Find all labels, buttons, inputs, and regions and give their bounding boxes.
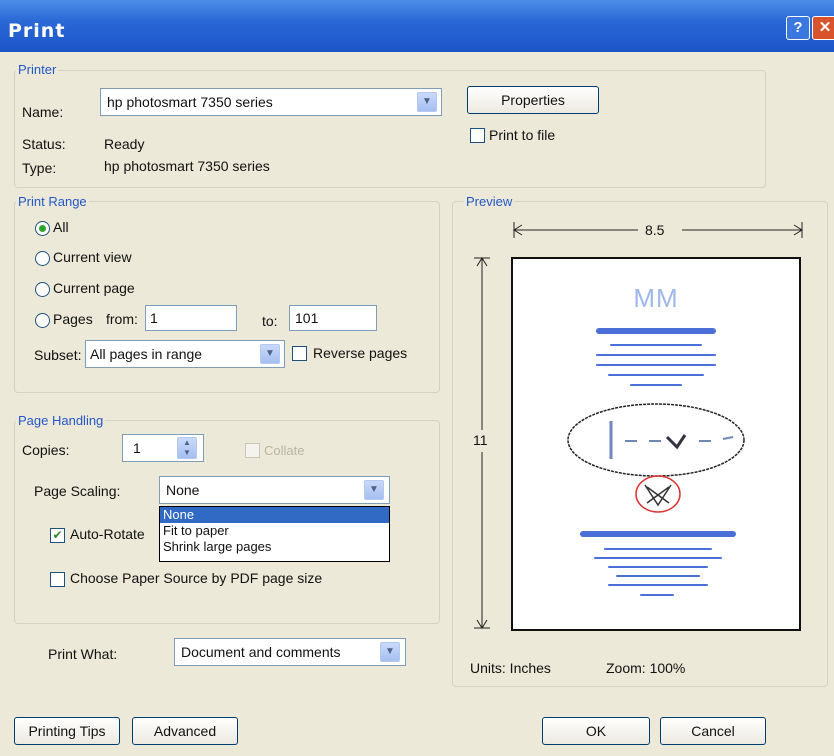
window-title: Print — [8, 20, 66, 42]
radio-current-view-label: Current view — [53, 249, 132, 265]
radio-pages-label: Pages — [53, 311, 93, 327]
chevron-down-icon[interactable]: ▼ — [364, 480, 384, 500]
print-what-select[interactable]: Document and comments ▼ — [174, 638, 406, 666]
page-scaling-value: None — [166, 482, 200, 498]
advanced-button[interactable]: Advanced — [132, 717, 238, 745]
print-to-file-label: Print to file — [489, 127, 556, 143]
reverse-pages-checkbox[interactable] — [292, 346, 307, 361]
reverse-pages-label: Reverse pages — [313, 345, 408, 361]
printer-type-value: hp photosmart 7350 series — [104, 158, 270, 174]
preview-height-value: 11 — [473, 432, 488, 448]
title-bar — [0, 0, 834, 52]
pages-from-input[interactable]: 1 — [145, 305, 237, 331]
page-scaling-dropdown: None Fit to paper Shrink large pages — [159, 506, 390, 562]
chevron-down-icon[interactable]: ▼ — [417, 92, 437, 112]
preview-units: Units: Inches — [470, 660, 551, 676]
radio-pages[interactable] — [35, 313, 50, 328]
paper-source-label: Choose Paper Source by PDF page size — [70, 570, 323, 586]
print-range-legend: Print Range — [16, 194, 89, 209]
pages-from-value: 1 — [150, 310, 158, 326]
pages-to-label: to: — [262, 313, 278, 329]
copies-value: 1 — [133, 440, 141, 456]
paper-source-checkbox[interactable] — [50, 572, 65, 587]
printer-name-value: hp photosmart 7350 series — [107, 94, 273, 110]
cancel-button[interactable]: Cancel — [660, 717, 766, 745]
subset-label: Subset: — [34, 347, 82, 363]
pages-from-label: from: — [106, 311, 138, 327]
printer-name-label: Name: — [22, 104, 64, 120]
pages-to-value: 101 — [295, 310, 319, 326]
printing-tips-button[interactable]: Printing Tips — [14, 717, 120, 745]
copies-label: Copies: — [22, 442, 70, 458]
preview-width-value: 8.5 — [645, 222, 665, 238]
chevron-down-icon[interactable]: ▼ — [260, 344, 280, 364]
dropdown-option-none[interactable]: None — [160, 507, 389, 523]
close-button[interactable]: ✕ — [812, 16, 834, 40]
properties-button[interactable]: Properties — [467, 86, 599, 114]
spinner-arrows-icon[interactable]: ▲ ▼ — [177, 437, 197, 459]
radio-current-page-label: Current page — [53, 280, 135, 296]
printer-status-label: Status: — [22, 136, 66, 152]
page-scaling-select[interactable]: None ▼ — [159, 476, 390, 504]
printer-type-label: Type: — [22, 160, 57, 176]
printer-status-value: Ready — [104, 136, 145, 152]
printer-legend: Printer — [16, 62, 59, 77]
subset-select[interactable]: All pages in range ▼ — [85, 340, 285, 368]
printer-name-select[interactable]: hp photosmart 7350 series ▼ — [100, 88, 442, 116]
help-button[interactable]: ? — [786, 16, 810, 40]
print-to-file-checkbox[interactable] — [470, 128, 485, 143]
radio-all-label: All — [53, 219, 69, 235]
collate-checkbox — [245, 443, 260, 458]
preview-page: MM — [511, 257, 801, 631]
preview-legend: Preview — [464, 194, 515, 209]
dropdown-option-shrink-large-pages[interactable]: Shrink large pages — [160, 539, 389, 555]
copies-spinner[interactable]: 1 ▲ ▼ — [122, 434, 204, 462]
radio-current-view[interactable] — [35, 251, 50, 266]
chevron-down-icon[interactable]: ▼ — [380, 642, 400, 662]
dropdown-option-fit-to-paper[interactable]: Fit to paper — [160, 523, 389, 539]
preview-page-artwork — [567, 328, 745, 596]
preview-zoom: Zoom: 100% — [606, 660, 686, 676]
print-what-value: Document and comments — [181, 644, 341, 660]
radio-current-page[interactable] — [35, 282, 50, 297]
print-what-label: Print What: — [48, 646, 118, 662]
auto-rotate-label: Auto-Rotate — [70, 526, 145, 542]
ok-button[interactable]: OK — [542, 717, 650, 745]
subset-value: All pages in range — [90, 346, 203, 362]
auto-rotate-checkbox[interactable]: ✔ — [50, 528, 65, 543]
page-handling-legend: Page Handling — [16, 413, 106, 428]
pages-to-input[interactable]: 101 — [289, 305, 377, 331]
radio-all[interactable] — [35, 221, 50, 236]
collate-label: Collate — [264, 443, 305, 458]
page-scaling-label: Page Scaling: — [34, 483, 121, 499]
